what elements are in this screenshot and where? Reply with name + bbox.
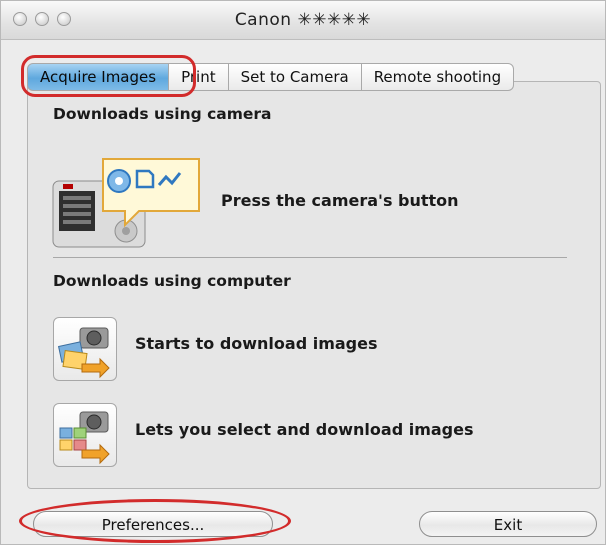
- window-title: Canon ✳✳✳✳✳: [234, 10, 372, 30]
- preferences-highlight: [19, 499, 291, 543]
- download-images-label: Starts to download images: [135, 334, 378, 353]
- select-download-icon: [59, 411, 110, 465]
- main-window: Canon ✳✳✳✳✳ Acquire Images Print Set to …: [0, 0, 606, 545]
- exit-button[interactable]: Exit: [419, 511, 597, 537]
- download-images-button[interactable]: [53, 317, 117, 381]
- tab-remote-shooting[interactable]: Remote shooting: [361, 63, 515, 91]
- select-download-label: Lets you select and download images: [135, 420, 474, 439]
- title-bar: Canon ✳✳✳✳✳: [1, 1, 605, 40]
- camera-button-icon[interactable]: [51, 151, 201, 251]
- camera-section-heading: Downloads using camera: [53, 105, 272, 123]
- section-divider: [53, 257, 567, 258]
- acquire-images-highlight: [21, 55, 196, 97]
- tab-set-to-camera[interactable]: Set to Camera: [228, 63, 362, 91]
- select-download-button[interactable]: [53, 403, 117, 467]
- computer-section-heading: Downloads using computer: [53, 272, 291, 290]
- download-images-icon: [57, 327, 110, 379]
- camera-button-label: Press the camera's button: [221, 191, 459, 210]
